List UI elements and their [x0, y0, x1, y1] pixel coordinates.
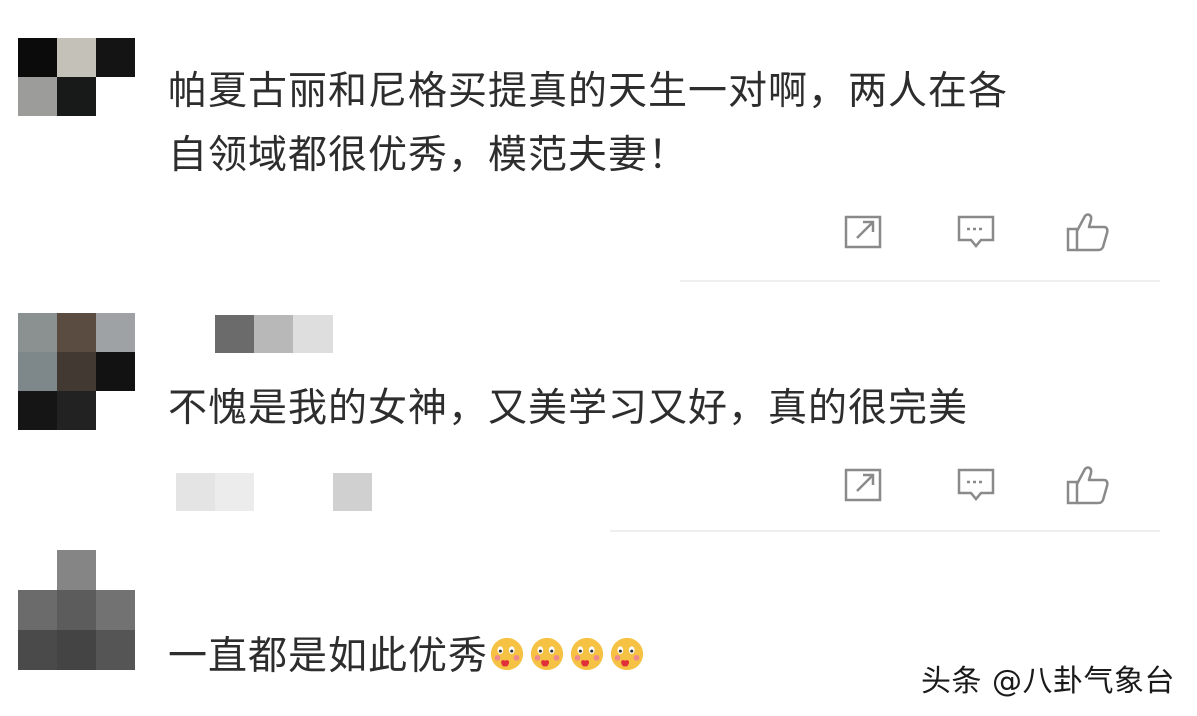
- username-redacted[interactable]: [215, 315, 333, 353]
- avatar[interactable]: [18, 313, 136, 431]
- avatar[interactable]: [18, 550, 136, 670]
- divider: [610, 530, 1160, 532]
- avatar[interactable]: [18, 38, 136, 156]
- comment-text-line: 一直都是如此优秀: [168, 634, 489, 679]
- comment-item-2: 不愧是我的女神，又美学习又好，真的很完美: [0, 285, 1197, 535]
- divider: [680, 280, 1160, 282]
- reply-button[interactable]: [920, 210, 1032, 254]
- comment-text-line: 自领域都很优秀，模范夫妻！: [168, 133, 689, 178]
- shy-face-emoji-icon: [570, 637, 604, 671]
- shy-face-emoji-icon: [530, 637, 564, 671]
- comment-text: 不愧是我的女神，又美学习又好，真的很完美: [168, 377, 968, 441]
- comment-text-line: 帕夏古丽和尼格买提真的天生一对啊，两人在各: [168, 69, 1009, 114]
- shy-face-emoji-icon: [490, 637, 524, 671]
- reply-icon: [957, 215, 995, 248]
- share-button[interactable]: [808, 210, 920, 254]
- share-icon: [844, 468, 882, 502]
- shy-face-emoji-icon: [610, 637, 644, 671]
- comment-text-line: 不愧是我的女神，又美学习又好，真的很完美: [168, 386, 969, 431]
- comment-actions: [808, 210, 1144, 254]
- like-button[interactable]: [1032, 463, 1144, 507]
- comment-text: 帕夏古丽和尼格买提真的天生一对啊，两人在各 自领域都很优秀，模范夫妻！: [168, 60, 1008, 188]
- emoji-group: [488, 634, 648, 679]
- comment-text: 一直都是如此优秀: [168, 625, 648, 689]
- share-icon: [844, 215, 882, 249]
- comment-item-1: 帕夏古丽和尼格买提真的天生一对啊，两人在各 自领域都很优秀，模范夫妻！: [0, 0, 1197, 285]
- like-button[interactable]: [1032, 210, 1144, 254]
- like-icon: [1066, 466, 1109, 505]
- share-button[interactable]: [808, 463, 920, 507]
- like-icon: [1066, 213, 1109, 252]
- timestamp-redacted: [176, 473, 376, 511]
- comment-actions: [808, 463, 1144, 507]
- reply-icon: [957, 468, 995, 501]
- watermark: 头条 @八卦气象台: [920, 664, 1175, 699]
- reply-button[interactable]: [920, 463, 1032, 507]
